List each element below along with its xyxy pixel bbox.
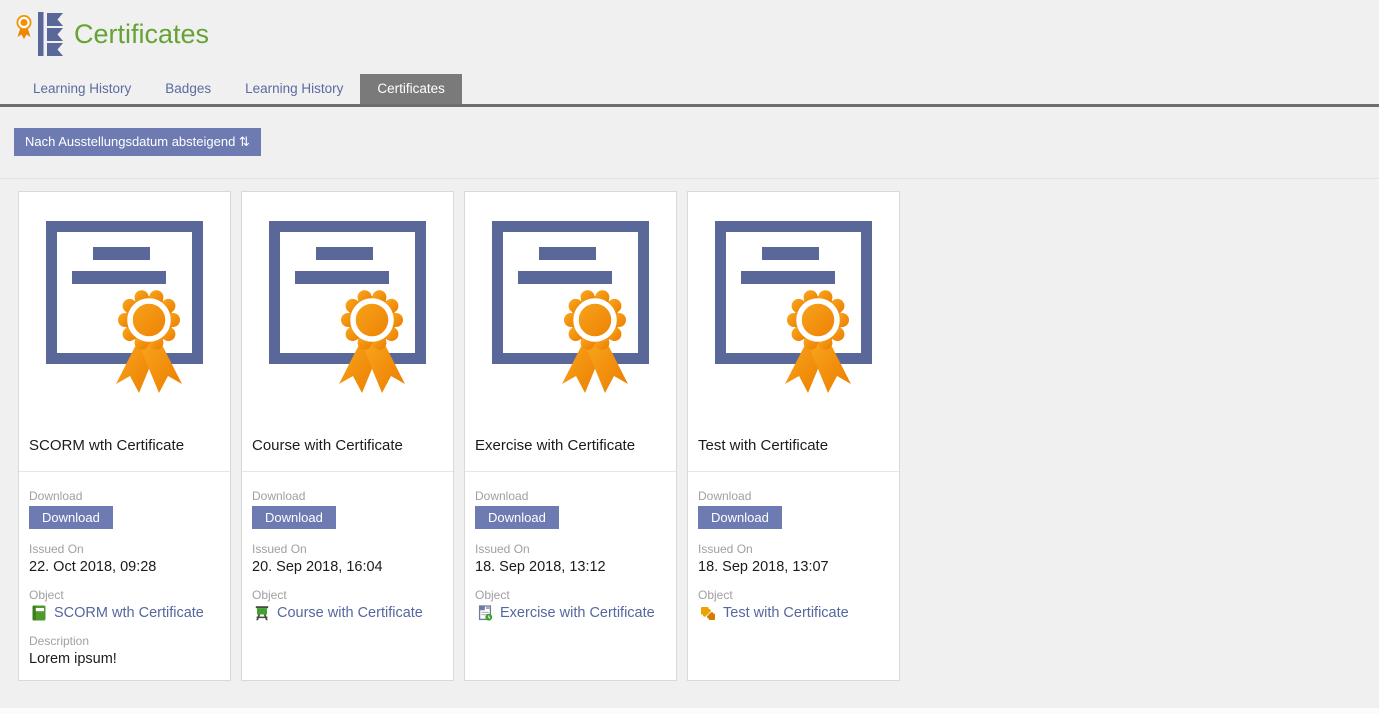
certificate-image [698,200,889,423]
download-label: Download [698,489,889,503]
card-properties: Download Download Issued On 20. Sep 2018… [242,471,453,621]
scorm-icon [31,605,47,621]
certificate-image [475,200,666,423]
page-header: Certificates [0,0,1379,60]
exercise-icon [477,605,493,621]
card-title: Course with Certificate [252,437,443,471]
object-link[interactable]: Exercise with Certificate [500,605,655,621]
object-label: Object [698,588,889,602]
download-label: Download [252,489,443,503]
issued-on-value: 18. Sep 2018, 13:07 [698,559,889,575]
issued-on-label: Issued On [475,542,666,556]
download-button[interactable]: Download [252,506,336,529]
course-icon [254,605,270,621]
card-properties: Download Download Issued On 18. Sep 2018… [688,471,899,621]
download-button[interactable]: Download [698,506,782,529]
sort-order-button[interactable]: Nach Ausstellungsdatum absteigend ⇅ [14,128,261,156]
tab-badges[interactable]: Badges [148,74,228,104]
card-title: Exercise with Certificate [475,437,666,471]
certificates-logo-icon [14,12,64,56]
card-properties: Download Download Issued On 18. Sep 2018… [465,471,676,621]
object-link[interactable]: SCORM wth Certificate [54,605,204,621]
description-label: Description [29,634,220,648]
description-value: Lorem ipsum! [29,651,220,667]
download-button[interactable]: Download [475,506,559,529]
download-label: Download [475,489,666,503]
object-link[interactable]: Course with Certificate [277,605,423,621]
card-title: SCORM wth Certificate [29,437,220,471]
tab-bar: Learning History Badges Learning History… [0,74,1379,107]
certificate-card: Exercise with Certificate Download Downl… [464,191,677,681]
download-label: Download [29,489,220,503]
certificate-icon [269,221,427,399]
certificate-card-deck: SCORM wth Certificate Download Download … [0,179,1379,693]
object-label: Object [475,588,666,602]
certificate-image [29,200,220,423]
tab-learning-history-2[interactable]: Learning History [228,74,360,104]
certificate-card: Test with Certificate Download Download … [687,191,900,681]
issued-on-value: 22. Oct 2018, 09:28 [29,559,220,575]
object-label: Object [252,588,443,602]
certificate-icon [492,221,650,399]
certificate-image [252,200,443,423]
certificate-card: SCORM wth Certificate Download Download … [18,191,231,681]
certificate-card: Course with Certificate Download Downloa… [241,191,454,681]
tab-learning-history-1[interactable]: Learning History [16,74,148,104]
issued-on-label: Issued On [29,542,220,556]
card-properties: Download Download Issued On 22. Oct 2018… [19,471,230,667]
download-button[interactable]: Download [29,506,113,529]
toolbar: Nach Ausstellungsdatum absteigend ⇅ [0,107,1379,179]
tab-certificates[interactable]: Certificates [360,74,462,104]
page-title: Certificates [74,21,209,48]
issued-on-label: Issued On [252,542,443,556]
issued-on-value: 20. Sep 2018, 16:04 [252,559,443,575]
card-title: Test with Certificate [698,437,889,471]
footer-strip [0,708,1379,714]
certificate-icon [715,221,873,399]
issued-on-label: Issued On [698,542,889,556]
test-icon [700,605,716,621]
object-label: Object [29,588,220,602]
certificate-icon [46,221,204,399]
object-link[interactable]: Test with Certificate [723,605,849,621]
issued-on-value: 18. Sep 2018, 13:12 [475,559,666,575]
